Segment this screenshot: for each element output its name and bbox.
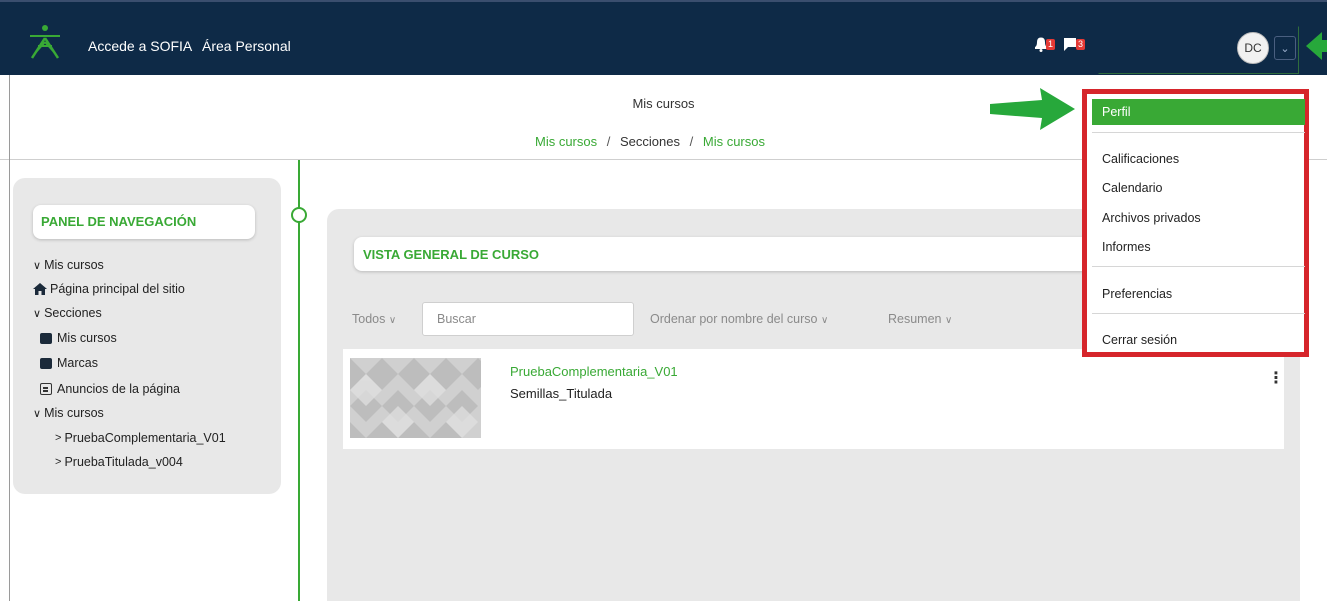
course-pattern-image (350, 358, 481, 438)
messages-badge: 3 (1076, 39, 1086, 50)
breadcrumb-secciones: Secciones (620, 134, 680, 149)
sena-logo-icon[interactable] (26, 24, 64, 62)
search-input[interactable]: Buscar (422, 302, 634, 336)
chevron-down-icon: ∨ (944, 315, 953, 326)
notifications-badge: 1 (1046, 39, 1056, 50)
nav-link-area-personal[interactable]: Área Personal (202, 38, 291, 54)
nav-item-home[interactable]: Página principal del sitio (33, 282, 185, 296)
breadcrumb-separator: / (689, 134, 694, 149)
nav-item-label: Marcas (57, 356, 98, 370)
menu-item-calificaciones[interactable]: Calificaciones (1102, 152, 1179, 166)
nav-item-course-1[interactable]: > PruebaComplementaria_V01 (55, 431, 226, 445)
menu-divider (1092, 313, 1305, 314)
chevron-down-icon: ∨ (33, 259, 42, 272)
nav-item-label: Mis cursos (44, 258, 104, 272)
more-options-icon[interactable]: ⋮ (1268, 368, 1284, 388)
user-dropdown-menu: Perfil Calificaciones Calendario Archivo… (1082, 89, 1309, 357)
chevron-right-icon: > (55, 432, 62, 444)
avatar[interactable]: DC (1237, 32, 1269, 64)
menu-item-calendario[interactable]: Calendario (1102, 181, 1162, 195)
nav-item-label: PruebaComplementaria_V01 (64, 431, 226, 445)
view-label: Resumen (888, 312, 942, 326)
sort-dropdown[interactable]: Ordenar por nombre del curso ∨ (650, 312, 828, 326)
forum-icon (40, 383, 52, 395)
nav-item-label: PruebaTitulada_v004 (64, 455, 183, 469)
nav-item-anuncios[interactable]: Anuncios de la página (40, 382, 180, 396)
nav-link-sofia[interactable]: Accede a SOFIA (88, 38, 192, 54)
nav-item-label: Anuncios de la página (57, 382, 181, 396)
breadcrumb-mis-cursos[interactable]: Mis cursos (535, 134, 597, 149)
course-category: Semillas_Titulada (510, 386, 613, 401)
chevron-down-icon: ∨ (33, 307, 42, 320)
filter-all-label: Todos (352, 312, 386, 326)
breadcrumb-separator: / (606, 134, 611, 149)
nav-item-label: Mis cursos (57, 331, 117, 345)
breadcrumb-current[interactable]: Mis cursos (703, 134, 765, 149)
course-overview-title: VISTA GENERAL DE CURSO (354, 237, 1094, 271)
square-icon (40, 332, 52, 344)
filter-all-dropdown[interactable]: Todos ∨ (352, 312, 396, 326)
menu-item-preferencias[interactable]: Preferencias (1102, 287, 1172, 301)
menu-item-cerrar-sesion[interactable]: Cerrar sesión (1102, 333, 1177, 347)
square-icon (40, 357, 52, 369)
navigation-panel-title: PANEL DE NAVEGACIÓN (33, 205, 255, 239)
arrow-tail (1320, 40, 1327, 52)
page-left-border (9, 75, 10, 601)
home-icon (33, 283, 47, 295)
timeline-line (298, 160, 300, 601)
nav-item-label: Página principal del sitio (50, 282, 185, 296)
menu-item-informes[interactable]: Informes (1102, 240, 1151, 254)
sort-label: Ordenar por nombre del curso (650, 312, 818, 326)
header-divider (0, 159, 1082, 160)
nav-item-label: Secciones (44, 306, 102, 320)
nav-item-mis-cursos[interactable]: ∨ Mis cursos (33, 258, 104, 272)
nav-item-course-2[interactable]: > PruebaTitulada_v004 (55, 455, 183, 469)
chevron-down-icon: ∨ (33, 407, 42, 420)
nav-item-label: Mis cursos (44, 406, 104, 420)
nav-item-mis-cursos-2[interactable]: ∨ Mis cursos (33, 406, 104, 420)
menu-divider (1092, 132, 1305, 133)
menu-item-perfil[interactable]: Perfil (1092, 99, 1305, 125)
course-thumbnail[interactable] (350, 358, 481, 438)
chevron-right-icon: > (55, 456, 62, 468)
timeline-dot (291, 207, 307, 223)
view-dropdown[interactable]: Resumen ∨ (888, 312, 952, 326)
chevron-down-icon: ∨ (820, 315, 829, 326)
course-card[interactable] (343, 349, 1284, 449)
menu-item-archivos-privados[interactable]: Archivos privados (1102, 211, 1201, 225)
menu-divider (1092, 266, 1305, 267)
user-menu-toggle[interactable]: ⌄ (1274, 36, 1296, 60)
arrow-right-icon (990, 88, 1075, 130)
chevron-down-icon: ∨ (388, 315, 397, 326)
nav-item-mis-cursos-section[interactable]: Mis cursos (40, 331, 117, 345)
top-navbar: Accede a SOFIA Área Personal 1 3 DC ⌄ (0, 0, 1327, 75)
nav-item-marcas[interactable]: Marcas (40, 356, 98, 370)
nav-item-secciones[interactable]: ∨ Secciones (33, 306, 102, 320)
course-name-link[interactable]: PruebaComplementaria_V01 (510, 364, 678, 379)
